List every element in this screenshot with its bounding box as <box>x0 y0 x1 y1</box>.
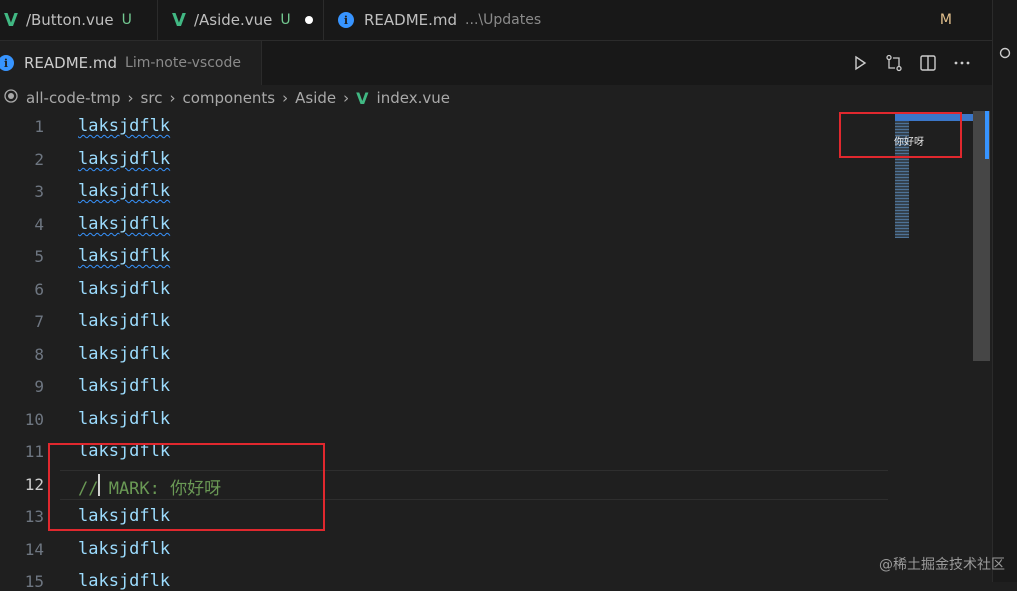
line-number-active: 12 <box>24 475 44 494</box>
search-icon[interactable] <box>999 47 1013 61</box>
line-number: 5 <box>34 247 44 266</box>
line-number: 14 <box>24 540 44 559</box>
line-number: 4 <box>34 215 44 234</box>
breadcrumb-item[interactable]: all-code-tmp <box>26 89 121 107</box>
tab-path-hint: ...\Updates <box>465 12 542 28</box>
line-number: 8 <box>34 345 44 364</box>
breadcrumb-item[interactable]: components <box>182 89 275 107</box>
watermark: @稀土掘金技术社区 <box>879 557 1005 573</box>
info-icon: i <box>0 55 14 71</box>
side-panel-edge <box>992 0 1017 582</box>
run-icon[interactable] <box>850 53 870 73</box>
code-line[interactable]: laksjdflk <box>78 279 170 299</box>
tab-button-vue[interactable]: V /Button.vue U <box>0 0 158 40</box>
tab-label: README.md <box>24 54 118 72</box>
secondary-tab-bar: i README.md Lim-note-vscode <box>0 41 992 85</box>
code-line[interactable]: laksjdflk <box>78 181 170 201</box>
code-editor[interactable]: 1 2 3 4 5 6 7 8 9 10 11 12 13 14 15 laks… <box>0 111 992 591</box>
chevron-right-icon: › <box>127 89 134 107</box>
annotation-box-minimap <box>839 112 962 158</box>
breadcrumb: all-code-tmp › src › components › Aside … <box>0 85 992 111</box>
more-actions-icon[interactable] <box>952 53 972 73</box>
info-icon: i <box>338 12 354 28</box>
vue-file-icon: V <box>356 88 369 108</box>
line-number: 2 <box>34 150 44 169</box>
tab-path-hint: Lim-note-vscode <box>125 55 241 71</box>
editor-actions <box>850 41 972 85</box>
unsaved-dot-icon[interactable] <box>304 16 313 24</box>
line-number: 1 <box>34 117 44 136</box>
annotation-box-editor <box>48 443 325 531</box>
vue-file-icon: V <box>172 9 186 31</box>
line-number: 3 <box>34 182 44 201</box>
tab-bar: V /Button.vue U V /Aside.vue U i README.… <box>0 0 992 41</box>
line-number: 11 <box>24 442 44 461</box>
tab-label: /Aside.vue <box>193 11 273 29</box>
vue-file-icon: V <box>4 9 18 31</box>
tab-aside-vue[interactable]: V /Aside.vue U <box>158 0 324 40</box>
code-line[interactable]: laksjdflk <box>78 539 170 559</box>
chevron-right-icon: › <box>169 89 176 107</box>
line-number: 6 <box>34 280 44 299</box>
breadcrumb-item[interactable]: src <box>141 89 163 107</box>
scrollbar-overview-mark <box>985 111 989 159</box>
tab-readme-active[interactable]: i README.md Lim-note-vscode <box>0 41 262 85</box>
code-line[interactable]: laksjdflk <box>78 571 170 591</box>
code-line[interactable]: laksjdflk <box>78 246 170 266</box>
split-editor-icon[interactable] <box>918 53 938 73</box>
chevron-right-icon: › <box>282 89 289 107</box>
code-line[interactable]: laksjdflk <box>78 116 170 136</box>
code-line[interactable]: laksjdflk <box>78 149 170 169</box>
line-number: 10 <box>24 410 44 429</box>
breadcrumb-item[interactable]: index.vue <box>377 89 450 107</box>
tab-label: /Button.vue <box>25 11 114 29</box>
compare-changes-icon[interactable] <box>884 53 904 73</box>
untracked-badge: U <box>280 12 291 28</box>
code-line[interactable]: laksjdflk <box>78 344 170 364</box>
untracked-badge: U <box>121 12 132 28</box>
code-line[interactable]: laksjdflk <box>78 311 170 331</box>
code-line[interactable]: laksjdflk <box>78 409 170 429</box>
line-number: 13 <box>24 507 44 526</box>
line-number: 7 <box>34 312 44 331</box>
modified-badge: M <box>939 12 952 28</box>
breadcrumb-item[interactable]: Aside <box>295 89 336 107</box>
folder-target-icon <box>4 89 18 107</box>
line-number: 9 <box>34 377 44 396</box>
code-line[interactable]: laksjdflk <box>78 214 170 234</box>
tab-readme-updates[interactable]: i README.md ...\Updates M <box>324 0 992 40</box>
code-line[interactable]: laksjdflk <box>78 376 170 396</box>
chevron-right-icon: › <box>343 89 350 107</box>
tab-label: README.md <box>364 11 458 29</box>
